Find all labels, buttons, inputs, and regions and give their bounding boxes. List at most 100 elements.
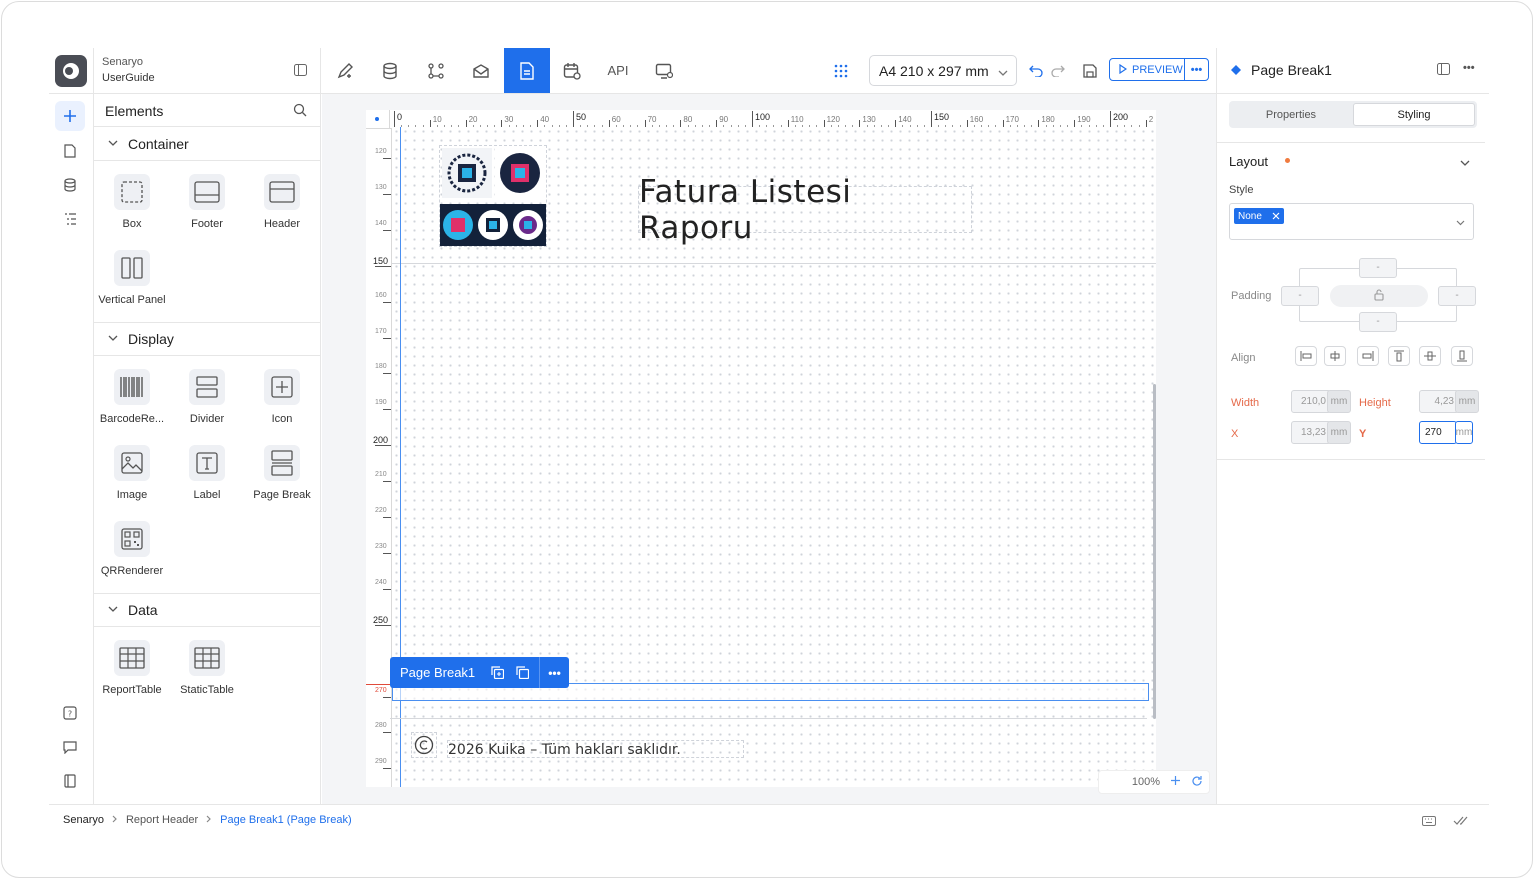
grid-icon[interactable] [826,48,856,93]
padding-left-input[interactable]: - [1281,286,1319,306]
section-container[interactable]: Container [94,127,321,161]
edit-tool-button[interactable] [322,48,368,93]
database-icon[interactable] [62,177,78,193]
chevron-down-icon [108,604,118,616]
padding-bottom-input[interactable]: - [1359,312,1397,332]
section-display[interactable]: Display [94,322,321,356]
ruler-label: 80 [683,115,693,124]
more-options-icon[interactable]: ••• [540,666,569,680]
selected-element-toolbar: Page Break1 ••• [390,657,569,688]
element-qr-renderer[interactable]: QRRenderer [94,521,170,577]
check-all-icon[interactable] [1453,815,1469,829]
schedule-button[interactable] [549,48,595,93]
style-select[interactable]: None [1229,203,1474,240]
align-center-h-button[interactable] [1324,346,1346,366]
panel-layout-icon[interactable] [1437,63,1450,78]
duplicate-icon[interactable] [485,666,510,679]
page-icon[interactable] [62,143,78,159]
chevron-down-icon[interactable] [1460,156,1470,170]
screen-button[interactable] [641,48,687,93]
ruler-tick [383,373,391,375]
width-input[interactable]: 210,0 [1291,390,1331,413]
save-icon[interactable] [1079,48,1101,93]
padding-lock-toggle[interactable] [1330,285,1428,307]
y-input[interactable]: 270 [1419,421,1457,444]
element-report-table[interactable]: ReportTable [94,640,170,696]
element-label: Label [193,489,221,501]
element-header[interactable]: Header [244,174,320,230]
y-value: 270 [1425,427,1442,438]
element-label: QRRenderer [100,565,164,577]
book-icon[interactable] [62,773,78,789]
align-middle-button[interactable] [1419,346,1441,366]
footer-text[interactable]: 2026 Kuika – Tüm hakları saklıdır. [447,740,744,758]
x-input[interactable]: 13,23 [1291,421,1331,444]
align-top-button[interactable] [1388,346,1410,366]
height-unit: mm [1455,390,1479,413]
canvas-scrollbar[interactable] [1153,384,1156,719]
report-button[interactable] [504,48,550,93]
element-label: Footer [191,218,223,230]
element-static-table[interactable]: StaticTable [169,640,245,696]
ruler-label: 130 [862,115,876,124]
element-label: Header [263,218,301,230]
help-icon[interactable]: ? [62,705,78,721]
divider-icon [189,369,225,405]
mail-button[interactable] [458,48,504,93]
flow-button[interactable] [413,48,459,93]
tab-properties[interactable]: Properties [1231,103,1351,126]
align-bottom-button[interactable] [1451,346,1473,366]
zoom-in-icon[interactable] [1170,775,1181,789]
element-icon[interactable]: Icon [244,369,320,425]
ruler-label: 160 [375,291,387,299]
height-input[interactable]: 4,23 [1419,390,1459,413]
undo-icon[interactable] [1025,48,1047,93]
modified-dot [1285,158,1290,163]
padding-top-input[interactable]: - [1359,258,1397,278]
breadcrumb-item-current[interactable]: Page Break1 (Page Break) [220,814,351,826]
copy-icon[interactable] [510,666,535,679]
element-footer[interactable]: Footer [169,174,245,230]
add-icon[interactable] [55,101,85,131]
more-options-icon[interactable]: ••• [1463,62,1475,74]
section-data[interactable]: Data [94,593,321,627]
ruler-label: 170 [1005,115,1019,124]
element-vertical-panel[interactable]: Vertical Panel [94,250,170,306]
tab-styling[interactable]: Styling [1353,103,1475,126]
x-value: 13,23 [1300,427,1326,438]
ruler-label: 120 [826,115,840,124]
svg-text:?: ? [68,710,72,719]
ruler-label: 10 [432,115,442,124]
more-options-icon[interactable]: ••• [1184,59,1208,80]
vertical-panel-icon [114,250,150,286]
copyright-icon[interactable] [411,732,437,758]
align-right-button[interactable] [1357,346,1379,366]
padding-right-input[interactable]: - [1438,286,1476,306]
breadcrumb-item[interactable]: Report Header [126,814,198,826]
search-icon[interactable] [293,103,307,120]
report-title[interactable]: Fatura Listesi Raporu [638,174,972,246]
align-left-button[interactable] [1295,346,1317,366]
remove-tag-icon[interactable] [1272,209,1280,223]
style-tag-label: None [1238,210,1262,222]
breadcrumb-item[interactable]: Senaryo [63,814,104,826]
section-title: Container [128,135,189,152]
preview-button[interactable]: PREVIEW ••• [1109,58,1209,81]
element-box[interactable]: Box [94,174,170,230]
element-divider[interactable]: Divider [169,369,245,425]
element-label: ReportTable [102,684,162,696]
api-button[interactable]: API [595,48,641,93]
database-button[interactable] [367,48,413,93]
ruler-label: 70 [647,115,657,124]
redo-icon[interactable] [1047,48,1069,93]
reset-zoom-icon[interactable] [1191,775,1203,790]
logo-image[interactable] [439,145,547,247]
chat-icon[interactable] [62,739,78,755]
tree-list-icon[interactable] [62,211,78,227]
element-image[interactable]: Image [94,445,170,501]
page-size-select[interactable]: A4 210 x 297 mm [869,55,1017,86]
keyboard-icon[interactable] [1422,815,1436,829]
element-barcode[interactable]: BarcodeRe... [94,369,170,425]
element-label-item[interactable]: Label [169,445,245,501]
element-page-break[interactable]: Page Break [244,445,320,501]
